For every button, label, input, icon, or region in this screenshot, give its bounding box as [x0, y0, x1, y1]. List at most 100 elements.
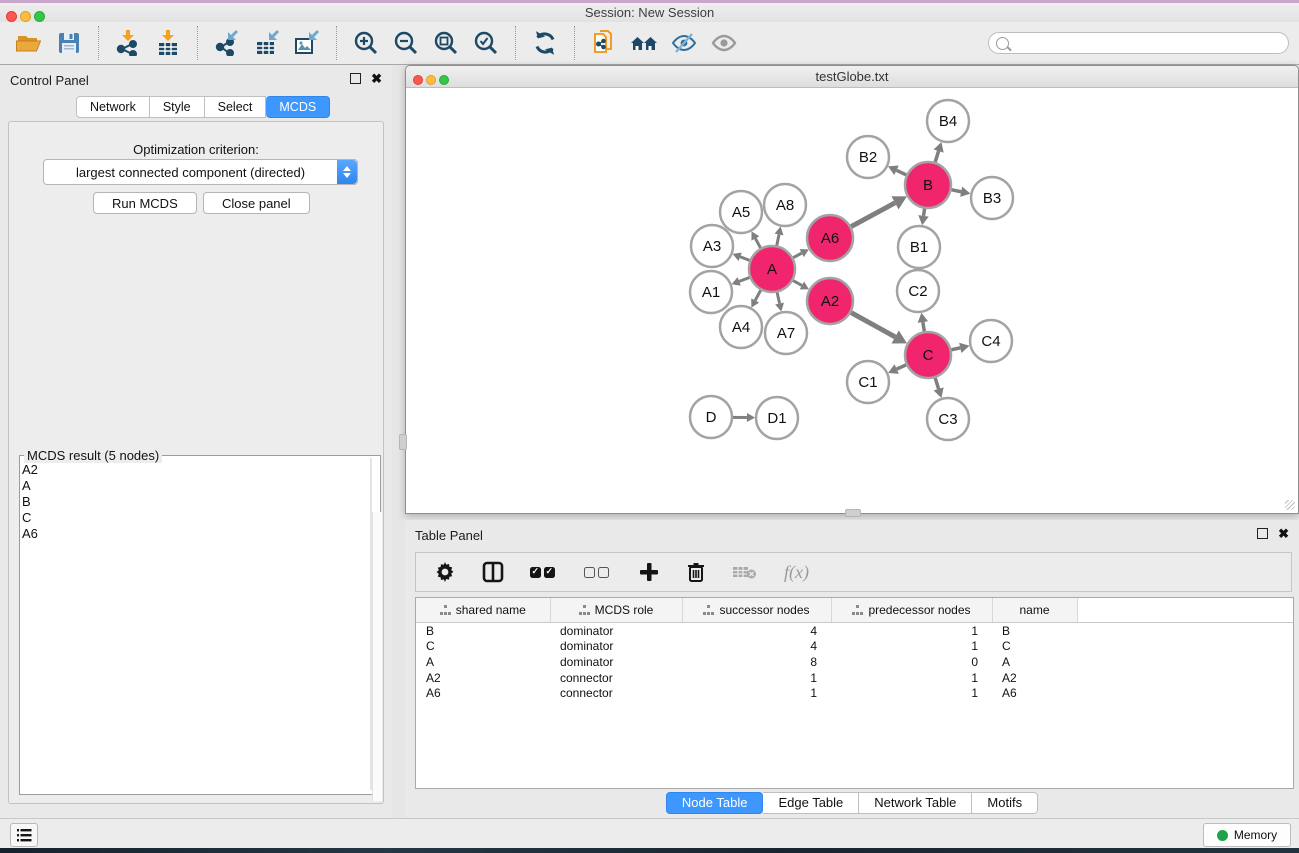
tab-mcds[interactable]: MCDS — [266, 96, 330, 118]
zoom-in-icon[interactable] — [346, 27, 386, 59]
zoom-out-icon[interactable] — [386, 27, 426, 59]
select-all-icon[interactable] — [530, 559, 558, 585]
edge-A-A1[interactable] — [739, 277, 750, 281]
table-cell[interactable]: dominator — [550, 654, 682, 670]
table-cell[interactable]: C — [416, 639, 550, 655]
tab-motifs[interactable]: Motifs — [972, 792, 1038, 814]
edge-C-C3[interactable] — [935, 377, 939, 389]
zoom-traffic-light[interactable] — [34, 11, 45, 22]
refresh-icon[interactable] — [525, 27, 565, 59]
table-cell[interactable]: 1 — [682, 670, 831, 686]
mcds-result-item[interactable]: B — [22, 494, 38, 510]
edge-A-A8[interactable] — [777, 234, 779, 246]
network-window-titlebar[interactable]: testGlobe.txt — [406, 66, 1298, 88]
column-header-successor-nodes[interactable]: successor nodes — [682, 598, 831, 623]
resize-grip-icon[interactable] — [1285, 500, 1295, 510]
edge-A2-C[interactable] — [850, 312, 895, 337]
table-cell[interactable]: dominator — [550, 639, 682, 655]
edge-A-A6[interactable] — [792, 253, 801, 258]
table-header-row[interactable]: shared nameMCDS rolesuccessor nodesprede… — [416, 598, 1293, 623]
column-header-shared-name[interactable]: shared name — [416, 598, 550, 623]
function-builder-icon[interactable]: f(x) — [784, 559, 809, 585]
export-network-icon[interactable] — [207, 27, 247, 59]
homes-icon[interactable] — [624, 27, 664, 59]
table-cell[interactable]: 0 — [831, 654, 992, 670]
table-row[interactable]: A2connector11A2 — [416, 670, 1293, 686]
table-cell[interactable]: A6 — [992, 685, 1077, 701]
network-document-icon[interactable] — [584, 27, 624, 59]
table-cell[interactable]: 1 — [831, 639, 992, 655]
table-cell[interactable]: 4 — [682, 639, 831, 655]
import-network-icon[interactable] — [108, 27, 148, 59]
table-cell[interactable]: A2 — [992, 670, 1077, 686]
edge-A-A4[interactable] — [755, 289, 761, 300]
show-eye-icon[interactable] — [704, 27, 744, 59]
mcds-result-list[interactable]: A2ABCA6 — [22, 462, 38, 542]
edge-C-C4[interactable] — [950, 348, 960, 350]
mcds-result-item[interactable]: A — [22, 478, 38, 494]
tab-network[interactable]: Network — [76, 96, 150, 118]
zoom-selected-icon[interactable] — [466, 27, 506, 59]
close-panel-button[interactable]: Close panel — [203, 192, 310, 214]
table-cell[interactable]: A2 — [416, 670, 550, 686]
node-table[interactable]: shared nameMCDS rolesuccessor nodesprede… — [415, 597, 1294, 789]
column-header-name[interactable]: name — [992, 598, 1077, 623]
delete-table-icon[interactable] — [732, 559, 758, 585]
task-history-button[interactable] — [10, 823, 38, 847]
memory-button[interactable]: Memory — [1203, 823, 1291, 847]
table-cell[interactable]: 8 — [682, 654, 831, 670]
edge-A-A3[interactable] — [740, 257, 750, 261]
open-folder-icon[interactable] — [9, 27, 49, 59]
zoom-traffic-light[interactable] — [439, 75, 449, 85]
edge-B-B3[interactable] — [951, 190, 962, 192]
edge-B-B2[interactable] — [896, 170, 907, 175]
table-row[interactable]: Adominator80A — [416, 654, 1293, 670]
close-traffic-light[interactable] — [413, 75, 423, 85]
table-cell[interactable]: 1 — [682, 685, 831, 701]
divider-grip[interactable] — [845, 509, 861, 517]
tab-network-table[interactable]: Network Table — [859, 792, 972, 814]
column-header-MCDS-role[interactable]: MCDS role — [550, 598, 682, 623]
table-cell[interactable]: dominator — [550, 623, 682, 639]
table-cell[interactable]: A — [992, 654, 1077, 670]
close-panel-icon[interactable]: ✖ — [371, 73, 382, 84]
tab-select[interactable]: Select — [205, 96, 267, 118]
export-table-icon[interactable] — [247, 27, 287, 59]
save-icon[interactable] — [49, 27, 89, 59]
table-cell[interactable]: connector — [550, 670, 682, 686]
hide-eye-icon[interactable] — [664, 27, 704, 59]
split-columns-icon[interactable] — [482, 559, 504, 585]
table-cell[interactable]: B — [416, 623, 550, 639]
add-column-icon[interactable] — [638, 559, 660, 585]
table-cell[interactable]: A — [416, 654, 550, 670]
close-panel-icon[interactable]: ✖ — [1278, 528, 1289, 539]
export-image-icon[interactable] — [287, 27, 327, 59]
table-cell[interactable]: A6 — [416, 685, 550, 701]
network-canvas[interactable]: B4B2BB3A5A8A6A3B1AA1C2A2A4A7C4CC1DD1C3 — [407, 88, 1297, 512]
table-row[interactable]: Cdominator41C — [416, 639, 1293, 655]
import-table-icon[interactable] — [148, 27, 188, 59]
float-panel-icon[interactable] — [350, 73, 361, 84]
deselect-all-icon[interactable] — [584, 559, 612, 585]
mcds-result-item[interactable]: A2 — [22, 462, 38, 478]
tab-node-table[interactable]: Node Table — [666, 792, 764, 814]
minimize-traffic-light[interactable] — [426, 75, 436, 85]
table-cell[interactable]: 1 — [831, 685, 992, 701]
edge-A6-B[interactable] — [850, 203, 895, 227]
float-panel-icon[interactable] — [1257, 528, 1268, 539]
network-graph[interactable]: B4B2BB3A5A8A6A3B1AA1C2A2A4A7C4CC1DD1C3 — [407, 88, 1297, 512]
zoom-fit-icon[interactable] — [426, 27, 466, 59]
edge-B-B4[interactable] — [935, 151, 939, 163]
table-cell[interactable]: B — [992, 623, 1077, 639]
table-cell[interactable]: C — [992, 639, 1077, 655]
minimize-traffic-light[interactable] — [20, 11, 31, 22]
table-body[interactable]: Bdominator41BCdominator41CAdominator80AA… — [416, 623, 1293, 701]
mcds-result-item[interactable]: C — [22, 510, 38, 526]
column-header-predecessor-nodes[interactable]: predecessor nodes — [831, 598, 992, 623]
table-cell[interactable]: 1 — [831, 623, 992, 639]
table-cell[interactable]: 1 — [831, 670, 992, 686]
edge-C-C1[interactable] — [897, 364, 907, 369]
tab-style[interactable]: Style — [150, 96, 205, 118]
edge-A-A5[interactable] — [755, 238, 761, 248]
divider-grip[interactable] — [399, 434, 407, 450]
